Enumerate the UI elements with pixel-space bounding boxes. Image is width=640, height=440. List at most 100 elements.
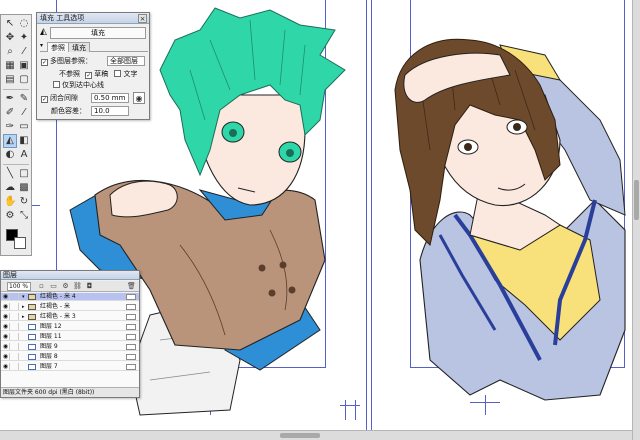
fill-tool-options-window: 填充 工具选项 × ◭ 填充 ▾ 参照 填充 ✓ 多图层参照： 全部图层 不参照 …: [36, 12, 150, 120]
multi-layer-select[interactable]: 全部图层: [107, 56, 145, 66]
eye-icon[interactable]: ◉: [2, 343, 10, 350]
eyedropper-icon[interactable]: ⁄: [18, 46, 30, 58]
current-tool-name[interactable]: 填充: [50, 27, 146, 39]
tab-fill[interactable]: 填充: [68, 42, 90, 52]
line-tool-icon[interactable]: ╲: [4, 168, 16, 180]
text-checkbox[interactable]: [114, 70, 122, 77]
layer-panel-titlebar[interactable]: 图层: [1, 271, 139, 280]
tab-reference[interactable]: 参照: [47, 42, 69, 52]
eye-icon[interactable]: ◉: [2, 303, 10, 310]
lock-toggle[interactable]: [11, 313, 19, 320]
layer-row[interactable]: ◉ 图层 9: [1, 343, 139, 351]
layer-row[interactable]: ◉ ▸ 红褐色 - 米 3: [1, 313, 139, 321]
center-line-checkbox[interactable]: [53, 81, 60, 88]
lasso-tool-icon[interactable]: ◌: [18, 18, 30, 30]
layer-row[interactable]: ◉ 图层 7: [1, 363, 139, 371]
vertical-scrollbar[interactable]: [632, 0, 640, 440]
layer-settings-icon[interactable]: ⚙: [61, 282, 70, 291]
lock-toggle[interactable]: [11, 353, 19, 360]
pencil-tool-icon[interactable]: ✎: [18, 93, 30, 105]
multi-layer-row: ✓ 多图层参照：: [41, 56, 92, 66]
layer-name: 图层 7: [40, 363, 58, 370]
layer-mode-icon: [126, 344, 136, 350]
layer-toolbar: 100 % ▫ ▭ ⚙ ⛓ ◘ 🗑: [1, 281, 139, 292]
coat-button: [279, 261, 287, 269]
eraser-tool-icon[interactable]: ▭: [18, 121, 30, 133]
layer-row[interactable]: ◉ 图层 8: [1, 353, 139, 361]
frame-tool-icon[interactable]: ▢: [18, 74, 30, 86]
lock-toggle[interactable]: [11, 323, 19, 330]
rotate-tool-icon[interactable]: ↻: [18, 196, 30, 208]
horizontal-scrollbar[interactable]: [0, 430, 632, 440]
eye-icon[interactable]: ◉: [2, 353, 10, 360]
layer-name: 红褐色 - 米: [40, 303, 70, 310]
eye-icon[interactable]: ◉: [2, 313, 10, 320]
close-gap-input[interactable]: 0.50 mm: [91, 93, 129, 103]
multi-layer-checkbox[interactable]: ✓: [41, 59, 48, 66]
eye-icon[interactable]: ◉: [2, 293, 10, 300]
settings-gear-icon[interactable]: ⚙: [4, 210, 16, 222]
airbrush-tool-icon[interactable]: ✑: [4, 121, 16, 133]
folder-icon: [28, 304, 36, 310]
tool-options-titlebar[interactable]: 填充 工具选项 ×: [37, 13, 149, 24]
eye-icon[interactable]: ◉: [2, 363, 10, 370]
brush-tool-icon[interactable]: ⁄: [18, 107, 30, 119]
layer-row[interactable]: ◉ 图层 12: [1, 323, 139, 331]
gap-preview-icon[interactable]: ◉: [133, 92, 145, 104]
layer-row[interactable]: ◉ ▸ 红褐色 - 米: [1, 303, 139, 311]
close-gap-checkbox[interactable]: ✓: [41, 96, 48, 103]
pen-tool-icon[interactable]: ✒: [4, 93, 16, 105]
layer-row[interactable]: ◉ 图层 11: [1, 333, 139, 341]
eye-icon[interactable]: ◉: [2, 323, 10, 330]
folder-icon: [28, 294, 36, 300]
left-character-pupil: [229, 129, 237, 137]
new-layer-icon[interactable]: ▫: [37, 282, 46, 291]
layer-opacity-field[interactable]: 100 %: [7, 282, 31, 291]
close-icon[interactable]: ×: [138, 14, 147, 23]
vertical-scroll-thumb[interactable]: [634, 180, 639, 220]
close-gap-row: ✓ 闭合间隙: [41, 93, 78, 103]
layer-name: 图层 9: [40, 343, 58, 350]
layer-move-icon[interactable]: ▣: [18, 60, 30, 72]
lock-toggle[interactable]: [11, 293, 19, 300]
raster-layer-icon: [28, 324, 36, 330]
fill-tool-icon[interactable]: ◭: [3, 134, 17, 148]
move-tool-icon[interactable]: ✥: [4, 32, 16, 44]
shape-tool-icon[interactable]: □: [18, 168, 30, 180]
lock-toggle[interactable]: [11, 363, 19, 370]
tool-separator: [3, 164, 29, 165]
layer-name: 图层 8: [40, 353, 58, 360]
layer-row-selected[interactable]: ◉ ▾ 红褐色 - 米 4: [1, 293, 139, 301]
expand-arrow-icon[interactable]: ▸: [22, 303, 25, 311]
blend-tool-icon[interactable]: ◐: [4, 149, 16, 161]
new-folder-icon[interactable]: ▭: [49, 282, 58, 291]
text-tool-icon[interactable]: A: [18, 149, 30, 161]
mask-layer-icon[interactable]: ◘: [85, 282, 94, 291]
magic-wand-icon[interactable]: ✦: [18, 32, 30, 44]
tolerance-input[interactable]: 10.0: [91, 106, 129, 116]
lock-toggle[interactable]: [11, 333, 19, 340]
lock-toggle[interactable]: [11, 343, 19, 350]
grid-tool-icon[interactable]: ▦: [4, 60, 16, 72]
marker-tool-icon[interactable]: ✐: [4, 107, 16, 119]
draft-checkbox[interactable]: ✓: [85, 72, 93, 79]
layer-list: ◉ ▾ 红褐色 - 米 4 ◉ ▸ 红褐色 - 米 ◉ ▸ 红褐色 - 米 3 …: [1, 293, 139, 387]
transform-tool-icon[interactable]: ⤡: [18, 210, 30, 222]
hand-tool-icon[interactable]: ✋: [4, 196, 16, 208]
pointer-tool-icon[interactable]: ↖: [4, 18, 16, 30]
horizontal-scroll-thumb[interactable]: [280, 433, 320, 438]
expand-arrow-icon[interactable]: ▾: [22, 293, 25, 301]
collapse-arrow-icon[interactable]: ▾: [40, 42, 43, 49]
link-layer-icon[interactable]: ⛓: [73, 282, 82, 291]
eye-icon[interactable]: ◉: [2, 333, 10, 340]
ruler-tool-icon[interactable]: ▤: [4, 74, 16, 86]
trash-icon[interactable]: 🗑: [127, 282, 136, 291]
current-tool-row: ◭ 填充: [40, 27, 148, 39]
tone-tool-icon[interactable]: ▩: [18, 182, 30, 194]
gradient-tool-icon[interactable]: ◧: [18, 135, 30, 147]
zoom-tool-icon[interactable]: ⌕: [4, 46, 16, 58]
expand-arrow-icon[interactable]: ▸: [22, 313, 25, 321]
balloon-tool-icon[interactable]: ☁: [4, 182, 16, 194]
lock-toggle[interactable]: [11, 303, 19, 310]
background-color-swatch[interactable]: [14, 237, 26, 249]
